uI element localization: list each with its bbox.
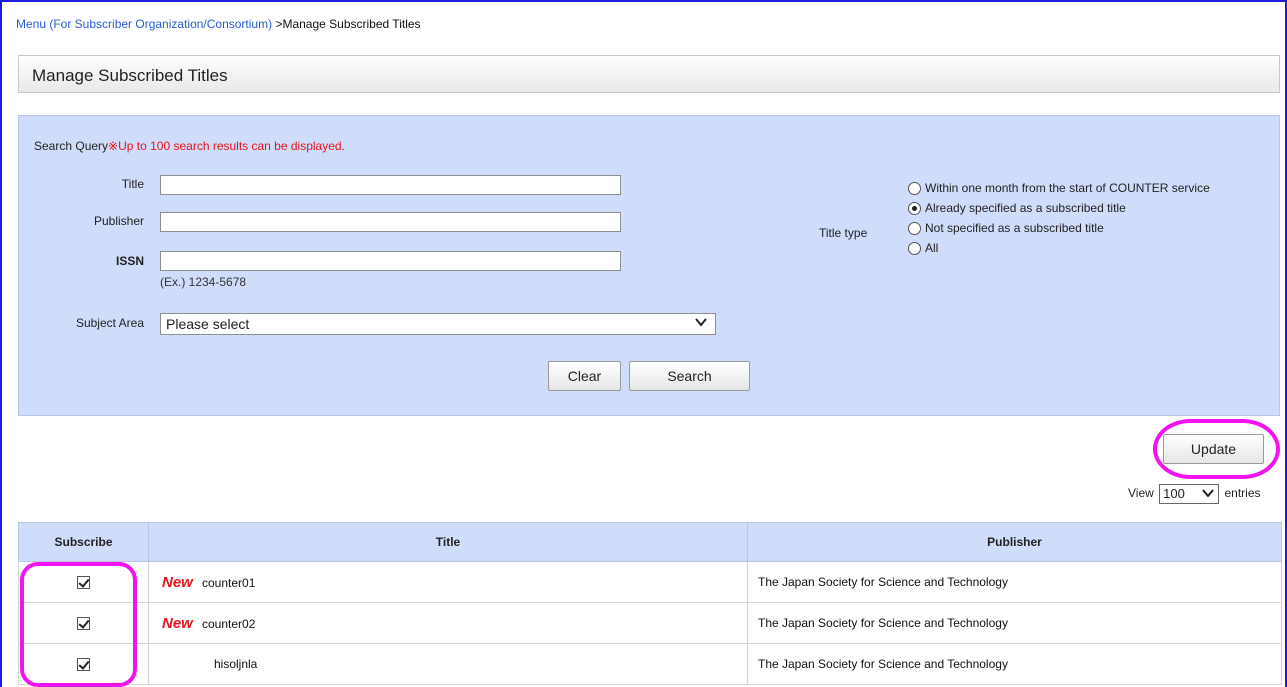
search-button[interactable]: Search <box>629 361 750 391</box>
radio-button[interactable] <box>908 242 921 255</box>
title-text: hisoljnla <box>214 657 258 671</box>
entries-per-page-select[interactable]: 100 <box>1159 484 1220 504</box>
column-header-title[interactable]: Title <box>148 522 748 562</box>
table-row: New counter01 The Japan Society for Scien… <box>18 561 1282 603</box>
table-header-row: Subscribe Title Publisher <box>18 522 1282 562</box>
search-panel: Search Query※Up to 100 search results ca… <box>18 115 1280 416</box>
entries-value: 100 <box>1163 486 1185 501</box>
entries-label: entries <box>1224 486 1261 501</box>
view-entries-control: View 100 entries <box>1128 484 1261 504</box>
column-header-subscribe[interactable]: Subscribe <box>18 522 149 562</box>
issn-label: ISSN <box>115 254 144 268</box>
subject-area-select[interactable]: Please select <box>160 313 716 335</box>
search-query-label: Search Query※Up to 100 search results ca… <box>34 139 345 153</box>
breadcrumb-separator: > <box>272 17 283 31</box>
clear-button[interactable]: Clear <box>548 361 621 391</box>
chevron-down-icon <box>1202 486 1214 503</box>
publisher-cell: The Japan Society for Science and Techno… <box>747 561 1282 603</box>
radio-label: Already specified as a subscribed title <box>925 201 1126 215</box>
chevron-down-icon <box>694 315 708 332</box>
publisher-input[interactable] <box>160 212 621 232</box>
publisher-cell: The Japan Society for Science and Techno… <box>747 643 1282 685</box>
issn-hint: (Ex.) 1234-5678 <box>160 275 247 289</box>
breadcrumb-menu-link[interactable]: Menu (For Subscriber Organization/Consor… <box>16 17 272 31</box>
search-limit-note: ※Up to 100 search results can be display… <box>108 139 345 153</box>
publisher-cell: The Japan Society for Science and Techno… <box>747 602 1282 644</box>
title-cell: New counter01 <box>148 561 748 603</box>
title-cell: hisoljnla <box>148 643 748 685</box>
title-type-radio-group: Within one month from the start of COUNT… <box>906 178 1266 258</box>
update-highlight-annotation <box>1153 419 1280 479</box>
title-type-option-all[interactable]: All <box>906 238 1266 258</box>
title-type-option-within-month[interactable]: Within one month from the start of COUNT… <box>906 178 1266 198</box>
radio-label: All <box>925 241 939 255</box>
subject-area-label: Subject Area <box>75 316 144 330</box>
title-label: Title <box>121 177 144 191</box>
title-type-option-not-specified[interactable]: Not specified as a subscribed title <box>906 218 1266 238</box>
new-badge: New <box>162 614 193 632</box>
search-query-text: Search Query <box>34 139 109 153</box>
new-badge: New <box>162 573 193 591</box>
view-label: View <box>1128 486 1154 501</box>
title-type-label: Title type <box>819 226 868 240</box>
title-type-option-already-specified[interactable]: Already specified as a subscribed title <box>906 198 1266 218</box>
results-table: Subscribe Title Publisher New counter01 T… <box>18 522 1282 685</box>
table-row: New counter02 The Japan Society for Scien… <box>18 602 1282 644</box>
subject-area-value: Please select <box>166 316 250 332</box>
publisher-label: Publisher <box>93 214 144 228</box>
column-header-publisher[interactable]: Publisher <box>747 522 1282 562</box>
title-cell: New counter02 <box>148 602 748 644</box>
title-text: counter01 <box>202 575 256 590</box>
radio-button[interactable] <box>908 222 921 235</box>
radio-button-selected[interactable] <box>908 202 921 215</box>
radio-label: Not specified as a subscribed title <box>925 221 1104 235</box>
radio-button[interactable] <box>908 182 921 195</box>
subscribe-highlight-annotation <box>20 562 137 687</box>
breadcrumb: Menu (For Subscriber Organization/Consor… <box>16 17 421 31</box>
page-title: Manage Subscribed Titles <box>18 55 1280 93</box>
radio-label: Within one month from the start of COUNT… <box>925 181 1210 195</box>
breadcrumb-current: Manage Subscribed Titles <box>282 17 421 31</box>
table-row: hisoljnla The Japan Society for Science … <box>18 643 1282 685</box>
title-text: counter02 <box>202 616 256 631</box>
issn-input[interactable] <box>160 251 621 271</box>
title-input[interactable] <box>160 175 621 195</box>
